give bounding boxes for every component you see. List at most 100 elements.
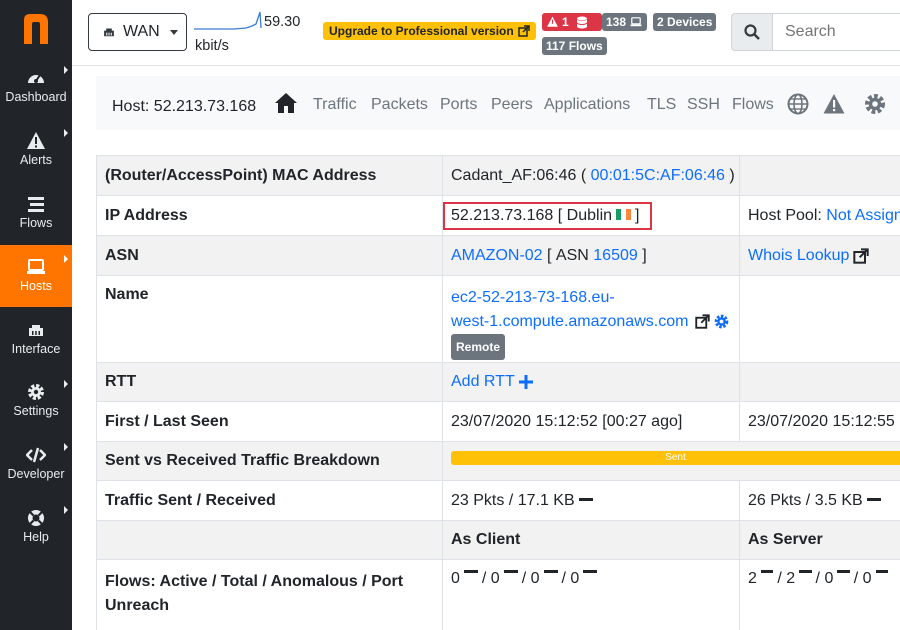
breakdown-cell: Sent bbox=[442, 442, 900, 480]
sidebar-item-label: Developer bbox=[7, 467, 65, 481]
external-link-icon bbox=[517, 25, 530, 37]
database-icon bbox=[576, 16, 588, 28]
traffic-sent-value: 23 Pkts / 17.1 KB bbox=[451, 491, 575, 509]
interface-label: WAN bbox=[123, 23, 160, 40]
host-pool-link[interactable]: Not Assigned bbox=[826, 207, 900, 225]
cog-icon bbox=[28, 384, 44, 400]
alerts-badge[interactable]: 1 bbox=[542, 13, 602, 31]
server-unreach-flows: 0 bbox=[862, 570, 872, 587]
sent-progress-bar: Sent bbox=[451, 451, 900, 465]
asn-number-link[interactable]: 16509 bbox=[593, 247, 638, 265]
warning-icon[interactable] bbox=[823, 93, 845, 115]
chevron-right-icon bbox=[64, 255, 68, 263]
row-label: Sent vs Received Traffic Breakdown bbox=[96, 442, 442, 480]
hostname-link-line2[interactable]: west-1.compute.amazonaws.com bbox=[451, 313, 688, 330]
minus-icon bbox=[503, 570, 518, 573]
cog-icon[interactable] bbox=[864, 93, 886, 115]
stream-icon bbox=[28, 197, 44, 212]
empty-cell bbox=[739, 363, 900, 401]
throughput-unit: kbit/s bbox=[195, 38, 229, 54]
tab-peers[interactable]: Peers bbox=[491, 96, 533, 114]
tab-flows[interactable]: Flows bbox=[732, 96, 774, 114]
sidebar-item-interface[interactable]: Interface bbox=[0, 308, 72, 370]
whois-cell: Whois Lookup bbox=[739, 236, 900, 275]
minus-icon bbox=[578, 498, 593, 501]
table-row-rtt: RTT Add RTT bbox=[96, 362, 900, 401]
external-link-icon[interactable] bbox=[695, 314, 710, 329]
throughput-value: 59.30 bbox=[264, 14, 301, 30]
minus-icon bbox=[543, 570, 558, 573]
table-row-name: Name ec2-52-213-73-168.eu- west-1.comput… bbox=[96, 275, 900, 362]
client-anomalous-flows: 0 bbox=[530, 570, 540, 587]
host-nav-bar: Host: 52.213.73.168 Traffic Packets Port… bbox=[96, 76, 900, 130]
chevron-right-icon bbox=[64, 66, 68, 74]
globe-icon[interactable] bbox=[787, 93, 809, 115]
tab-packets[interactable]: Packets bbox=[371, 96, 428, 114]
home-icon[interactable] bbox=[274, 92, 298, 114]
sidebar-item-label: Help bbox=[23, 530, 49, 544]
table-row-asn: ASN AMAZON-02 [ ASN 16509 ] Whois Lookup bbox=[96, 235, 900, 275]
interface-dropdown[interactable]: WAN bbox=[88, 13, 187, 51]
gauge-icon bbox=[28, 74, 44, 83]
mac-cell: Cadant_AF:06:46 ( 00:01:5C:AF:06:46 ) bbox=[442, 156, 739, 195]
search-button[interactable] bbox=[731, 13, 773, 51]
client-active-flows: 0 bbox=[451, 570, 460, 587]
ip-cell: 52.213.73.168 [ Dublin ] bbox=[442, 196, 739, 235]
minus-icon bbox=[875, 570, 888, 573]
tab-ssh[interactable]: SSH bbox=[687, 96, 720, 114]
empty-cell bbox=[96, 521, 442, 559]
first-seen-value: 23/07/2020 15:12:52 [00:27 ago] bbox=[442, 402, 739, 441]
hosts-badge[interactable]: 138 bbox=[602, 13, 648, 31]
table-row-mac: (Router/AccessPoint) MAC Address Cadant_… bbox=[96, 155, 900, 195]
minus-icon bbox=[799, 570, 812, 573]
flows-badge[interactable]: 117 Flows bbox=[542, 37, 607, 55]
tab-applications[interactable]: Applications bbox=[544, 96, 630, 114]
sidebar-item-label: Alerts bbox=[20, 153, 52, 167]
external-link-icon[interactable] bbox=[853, 247, 870, 264]
whois-lookup-link[interactable]: Whois Lookup bbox=[748, 247, 849, 265]
row-label: First / Last Seen bbox=[96, 402, 442, 441]
sidebar-item-help[interactable]: Help bbox=[0, 496, 72, 558]
sidebar-item-hosts[interactable]: Hosts bbox=[0, 245, 72, 307]
sidebar-item-settings[interactable]: Settings bbox=[0, 370, 72, 432]
server-total-flows: 2 bbox=[786, 570, 796, 587]
add-rtt-link[interactable]: Add RTT bbox=[451, 373, 515, 391]
table-row-roles: As Client As Server bbox=[96, 520, 900, 559]
traffic-received-cell: 26 Pkts / 3.5 KB bbox=[739, 481, 900, 520]
chevron-right-icon bbox=[64, 506, 68, 514]
server-anomalous-flows: 0 bbox=[824, 570, 834, 587]
ntopng-logo-icon[interactable] bbox=[20, 12, 52, 46]
sidebar-item-dashboard[interactable]: Dashboard bbox=[0, 56, 72, 118]
hostname-link-line1[interactable]: ec2-52-213-73-168.eu- bbox=[451, 289, 615, 306]
remote-badge: Remote bbox=[451, 334, 506, 360]
mac-address-link[interactable]: 00:01:5C:AF:06:46 bbox=[591, 167, 725, 185]
chevron-right-icon bbox=[64, 380, 68, 388]
tab-tls[interactable]: TLS bbox=[647, 96, 676, 114]
row-label: RTT bbox=[96, 363, 442, 401]
flows-label: 117 Flows bbox=[546, 39, 603, 53]
ip-value: 52.213.73.168 bbox=[451, 206, 554, 224]
sidebar-item-developer[interactable]: Developer bbox=[0, 433, 72, 495]
row-label: IP Address bbox=[96, 196, 442, 235]
sidebar-item-label: Dashboard bbox=[5, 90, 67, 104]
sidebar: Dashboard Alerts Flows Hosts Interface S… bbox=[0, 0, 72, 630]
table-row-breakdown: Sent vs Received Traffic Breakdown Sent bbox=[96, 441, 900, 480]
tab-traffic[interactable]: Traffic bbox=[313, 96, 357, 114]
tab-ports[interactable]: Ports bbox=[440, 96, 477, 114]
plus-icon[interactable] bbox=[518, 375, 533, 389]
search-icon bbox=[744, 24, 760, 40]
life-ring-icon bbox=[28, 510, 44, 526]
search-input[interactable] bbox=[772, 13, 900, 51]
hostname-cell: ec2-52-213-73-168.eu- west-1.compute.ama… bbox=[442, 276, 739, 362]
sidebar-item-label: Interface bbox=[11, 342, 61, 356]
sidebar-item-flows[interactable]: Flows bbox=[0, 182, 72, 244]
upgrade-link[interactable]: Upgrade to Professional version bbox=[323, 22, 536, 40]
table-row-flows: Flows: Active / Total / Anomalous / Port… bbox=[96, 559, 900, 630]
asn-name-link[interactable]: AMAZON-02 bbox=[451, 247, 543, 265]
as-client-header: As Client bbox=[442, 521, 739, 559]
laptop-icon bbox=[27, 259, 45, 274]
minus-icon bbox=[463, 570, 478, 573]
sidebar-item-alerts[interactable]: Alerts bbox=[0, 119, 72, 181]
devices-badge[interactable]: 2 Devices bbox=[653, 13, 717, 31]
cog-icon[interactable] bbox=[714, 314, 729, 329]
